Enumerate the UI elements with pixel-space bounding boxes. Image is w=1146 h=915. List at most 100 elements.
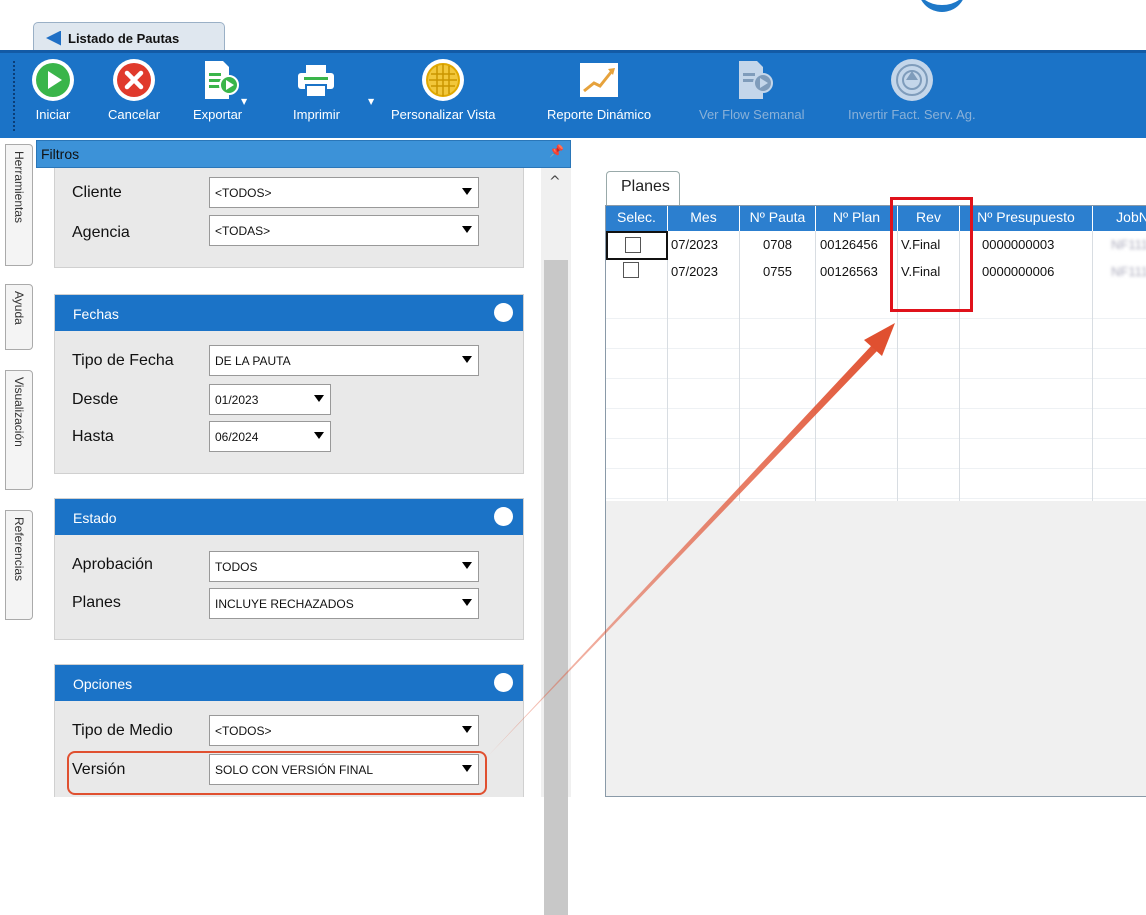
cell-jobn: NF1116 xyxy=(1093,231,1146,260)
table-row[interactable]: 07/2023 0708 00126456 V.Final 0000000003… xyxy=(606,231,1146,260)
tipo-medio-select[interactable]: <TODOS> xyxy=(209,715,479,746)
side-tab-label: Ayuda xyxy=(12,291,26,325)
estado-header[interactable]: Estado xyxy=(55,499,523,535)
general-filter-panel: Cliente <TODOS> Agencia <TODAS> xyxy=(54,168,524,268)
cancelar-button[interactable]: Cancelar xyxy=(108,59,160,122)
aprobacion-select[interactable]: TODOS xyxy=(209,551,479,582)
rev-highlight-annotation xyxy=(890,197,973,312)
estado-title: Estado xyxy=(73,510,117,526)
cliente-label: Cliente xyxy=(72,184,122,201)
toolbar-grip[interactable] xyxy=(13,61,15,131)
side-tab-visualizacion[interactable]: Visualización xyxy=(5,370,33,490)
cell-presupuesto: 0000000006 xyxy=(960,260,1093,289)
filters-scrollbar[interactable]: ^ xyxy=(541,168,571,915)
flow-export-icon xyxy=(731,59,773,101)
side-tab-herramientas[interactable]: Herramientas xyxy=(5,144,33,266)
chevron-up-icon[interactable]: ^ xyxy=(549,174,561,190)
chevron-down-icon xyxy=(462,356,472,363)
aprobacion-value: TODOS xyxy=(215,560,258,574)
agencia-value: <TODAS> xyxy=(215,224,271,238)
hasta-select[interactable]: 06/2024 xyxy=(209,421,331,452)
iniciar-label: Iniciar xyxy=(35,107,71,122)
cliente-value: <TODOS> xyxy=(215,186,272,200)
imprimir-label: Imprimir xyxy=(293,107,340,122)
tipo-fecha-select[interactable]: DE LA PAUTA xyxy=(209,345,479,376)
fechas-title: Fechas xyxy=(73,306,119,322)
reporte-dinamico-label: Reporte Dinámico xyxy=(547,107,652,122)
col-mes[interactable]: Mes xyxy=(668,206,740,231)
export-icon xyxy=(197,59,239,101)
checkbox[interactable] xyxy=(623,262,639,278)
side-tab-ayuda[interactable]: Ayuda xyxy=(5,284,33,350)
col-pauta[interactable]: Nº Pauta xyxy=(740,206,816,231)
side-tab-label: Visualización xyxy=(12,377,26,447)
cell-plan: 00126456 xyxy=(816,231,898,260)
col-selec[interactable]: Selec. xyxy=(606,206,668,231)
grid-header: Selec. Mes Nº Pauta Nº Plan Rev Nº Presu… xyxy=(606,206,1146,231)
pin-icon[interactable]: 📌 xyxy=(549,144,564,158)
tab-planes-label: Planes xyxy=(621,178,670,195)
planes-select[interactable]: INCLUYE RECHAZADOS xyxy=(209,588,479,619)
table-row[interactable]: 07/2023 0755 00126563 V.Final 0000000006… xyxy=(606,260,1146,289)
collapse-icon[interactable] xyxy=(494,303,513,322)
row-select-cell[interactable] xyxy=(606,231,668,260)
cliente-select[interactable]: <TODOS> xyxy=(209,177,479,208)
col-presupuesto[interactable]: Nº Presupuesto xyxy=(960,206,1093,231)
version-highlight-annotation xyxy=(67,751,487,795)
invert-icon xyxy=(890,59,933,101)
collapse-icon[interactable] xyxy=(494,507,513,526)
opciones-header[interactable]: Opciones xyxy=(55,665,523,701)
chevron-down-icon xyxy=(462,188,472,195)
tipo-medio-label: Tipo de Medio xyxy=(72,722,173,739)
planes-grid: Selec. Mes Nº Pauta Nº Plan Rev Nº Presu… xyxy=(605,205,1146,797)
toolbar: Iniciar Cancelar Exportar ▼ Imprimir ▼ P… xyxy=(0,50,1146,138)
fechas-header[interactable]: Fechas xyxy=(55,295,523,331)
exportar-dropdown-icon[interactable]: ▼ xyxy=(241,97,247,106)
aprobacion-label: Aprobación xyxy=(72,556,153,573)
ver-flow-semanal-label: Ver Flow Semanal xyxy=(699,107,805,122)
col-jobn[interactable]: JobN xyxy=(1093,206,1146,231)
chevron-down-icon xyxy=(462,562,472,569)
side-tab-label: Referencias xyxy=(12,517,26,582)
desde-select[interactable]: 01/2023 xyxy=(209,384,331,415)
exportar-label: Exportar xyxy=(193,107,243,122)
col-plan[interactable]: Nº Plan xyxy=(816,206,898,231)
collapse-icon[interactable] xyxy=(494,673,513,692)
filters-title: Filtros xyxy=(41,146,80,162)
side-tab-referencias[interactable]: Referencias xyxy=(5,510,33,620)
personalizar-vista-button[interactable]: Personalizar Vista xyxy=(391,59,496,122)
printer-icon xyxy=(295,59,337,101)
tab-planes[interactable]: Planes xyxy=(606,171,680,205)
reporte-dinamico-button[interactable]: Reporte Dinámico xyxy=(547,59,651,122)
scrollbar-thumb[interactable] xyxy=(544,260,568,915)
fechas-panel: Fechas Tipo de Fecha DE LA PAUTA Desde 0… xyxy=(54,294,524,474)
imprimir-dropdown-icon[interactable]: ▼ xyxy=(368,97,374,106)
cell-pauta: 0708 xyxy=(740,231,816,260)
desde-label: Desde xyxy=(72,391,119,408)
chevron-down-icon xyxy=(462,726,472,733)
row-select-cell[interactable] xyxy=(606,260,668,289)
personalizar-vista-label: Personalizar Vista xyxy=(391,107,496,122)
tipo-medio-value: <TODOS> xyxy=(215,724,272,738)
exportar-button[interactable]: Exportar xyxy=(193,59,242,122)
agencia-select[interactable]: <TODAS> xyxy=(209,215,479,246)
planes-value: INCLUYE RECHAZADOS xyxy=(215,597,354,611)
filters-header: Filtros 📌 xyxy=(36,140,571,168)
tipo-fecha-value: DE LA PAUTA xyxy=(215,354,291,368)
chevron-down-icon xyxy=(314,432,324,439)
invertir-fact-label: Invertir Fact. Serv. Ag. xyxy=(848,107,976,122)
ver-flow-semanal-button[interactable]: Ver Flow Semanal xyxy=(699,59,805,122)
iniciar-button[interactable]: Iniciar xyxy=(32,59,74,122)
cell-presupuesto: 0000000003 xyxy=(960,231,1093,260)
chevron-down-icon xyxy=(314,395,324,402)
window-tab[interactable]: Listado de Pautas xyxy=(33,22,225,50)
desde-value: 01/2023 xyxy=(215,393,259,407)
invertir-fact-button[interactable]: Invertir Fact. Serv. Ag. xyxy=(848,59,976,122)
checkbox[interactable] xyxy=(625,237,641,253)
cell-pauta: 0755 xyxy=(740,260,816,289)
cancelar-label: Cancelar xyxy=(108,107,161,122)
hasta-value: 06/2024 xyxy=(215,430,259,444)
chevron-down-icon xyxy=(462,226,472,233)
imprimir-button[interactable]: Imprimir xyxy=(293,59,340,122)
window-tab-title: Listado de Pautas xyxy=(68,30,180,46)
